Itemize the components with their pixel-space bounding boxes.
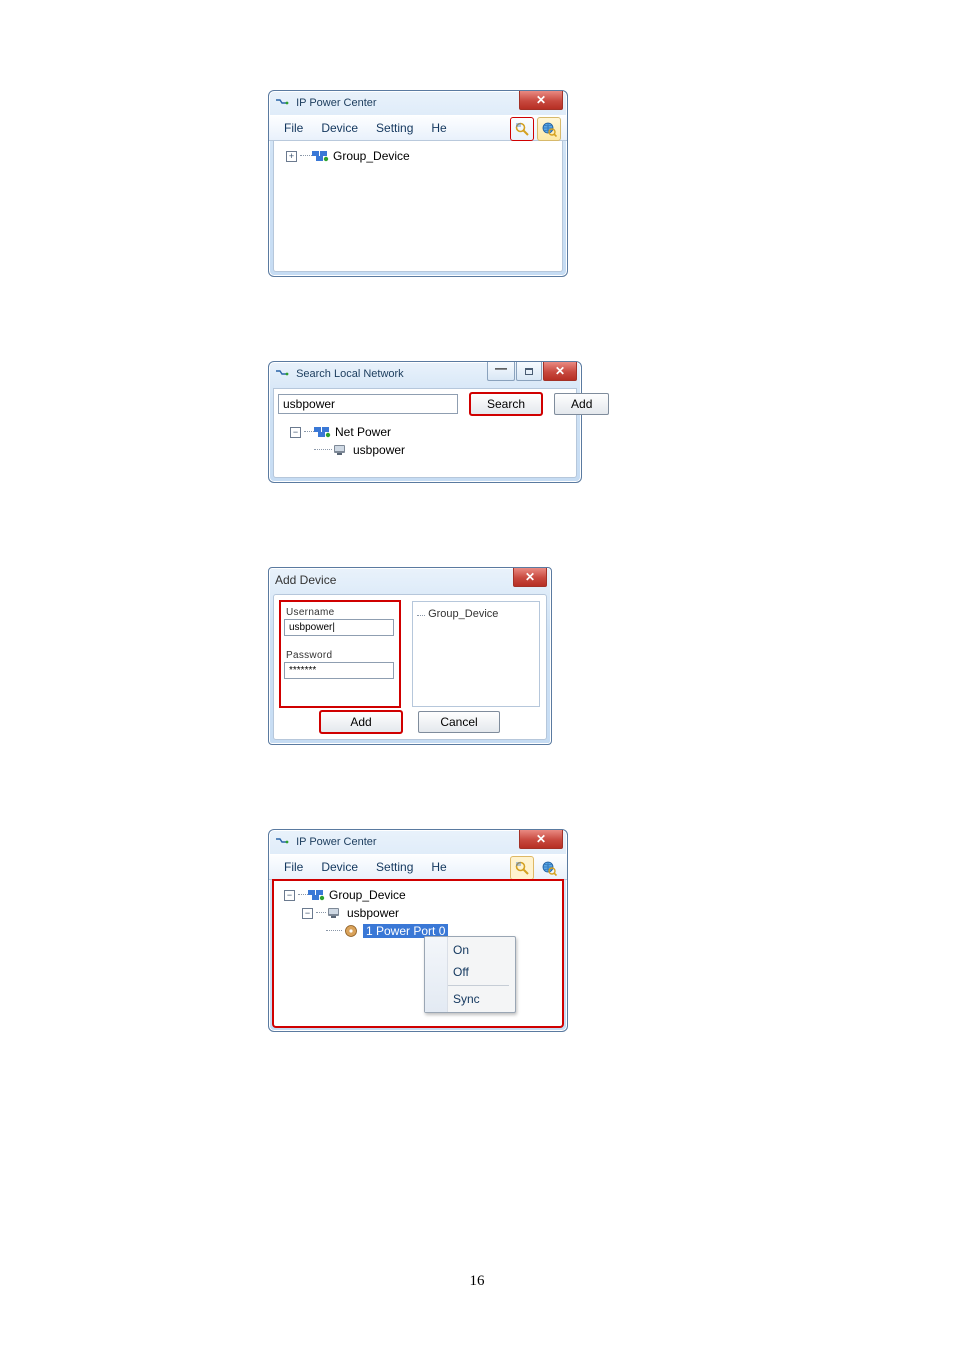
password-input[interactable]: *******: [284, 662, 394, 679]
menu-help-truncated[interactable]: He: [422, 121, 455, 135]
page-number: 16: [0, 1273, 954, 1290]
app-icon: [275, 369, 289, 379]
titlebar[interactable]: IP Power Center ✕: [269, 830, 567, 854]
window-title: IP Power Center: [296, 97, 377, 109]
collapse-icon[interactable]: −: [302, 908, 313, 919]
menu-help-truncated[interactable]: He: [422, 860, 455, 874]
context-menu-off[interactable]: Off: [427, 961, 513, 983]
add-button[interactable]: Add: [554, 393, 609, 415]
titlebar[interactable]: Add Device ✕: [269, 568, 551, 592]
context-menu-sync[interactable]: Sync: [427, 988, 513, 1010]
device-tree[interactable]: + Group_Device: [280, 147, 556, 165]
username-label: Username: [286, 607, 396, 618]
window-title: Add Device: [275, 573, 336, 587]
expand-icon[interactable]: +: [286, 151, 297, 162]
device-tree[interactable]: − Group_Device − usbp: [280, 886, 556, 940]
collapse-icon[interactable]: −: [284, 890, 295, 901]
tree-root-label: Net Power: [335, 425, 391, 439]
toolbar-search-icon[interactable]: [510, 856, 534, 880]
tree-root-label: Group_Device: [329, 888, 406, 902]
tree-child-label: usbpower: [353, 443, 405, 457]
collapse-icon[interactable]: −: [290, 427, 301, 438]
client-area: usbpower Search Add − Net Power: [273, 388, 577, 478]
search-input[interactable]: usbpower: [278, 394, 458, 414]
add-button[interactable]: Add: [320, 711, 402, 733]
menu-device[interactable]: Device: [312, 860, 367, 874]
ip-power-center-window-1: IP Power Center ✕ File Device Setting He: [268, 90, 568, 277]
maximize-button[interactable]: [516, 362, 542, 381]
target-tree-label: Group_Device: [428, 608, 498, 620]
menu-setting[interactable]: Setting: [367, 860, 422, 874]
tree-root-row[interactable]: + Group_Device: [280, 147, 556, 165]
tree-child-label: usbpower: [347, 906, 399, 920]
window-title: Search Local Network: [296, 368, 404, 380]
add-device-window: Add Device ✕ Username usbpower| Password…: [268, 567, 552, 745]
group-icon: [314, 425, 332, 439]
context-menu: On Off Sync: [424, 936, 516, 1013]
tree-root-row[interactable]: − Net Power: [280, 423, 570, 441]
pc-icon: [326, 906, 344, 920]
ip-power-center-window-2: IP Power Center ✕ File Device Setting He: [268, 829, 568, 1032]
menu-file[interactable]: File: [275, 860, 312, 874]
client-area: + Group_Device: [273, 141, 563, 272]
titlebar[interactable]: Search Local Network — ✕: [269, 362, 581, 386]
menubar: File Device Setting He: [269, 115, 567, 141]
client-area: Username usbpower| Password ******* Grou…: [273, 594, 547, 740]
pc-icon: [332, 443, 350, 457]
port-icon: [342, 924, 360, 938]
close-button[interactable]: ✕: [519, 91, 563, 110]
search-button[interactable]: Search: [470, 393, 542, 415]
group-icon: [308, 888, 326, 902]
context-menu-on[interactable]: On: [427, 939, 513, 961]
window-title: IP Power Center: [296, 836, 377, 848]
tree-child-row[interactable]: usbpower: [280, 441, 570, 459]
results-tree[interactable]: − Net Power usbpower: [274, 423, 576, 467]
app-icon: [275, 837, 289, 847]
tree-root-label: Group_Device: [333, 149, 410, 163]
toolbar-globe-search-icon[interactable]: [537, 117, 561, 141]
close-button[interactable]: ✕: [543, 362, 577, 381]
target-tree[interactable]: Group_Device: [412, 601, 540, 707]
search-local-network-window: Search Local Network — ✕ usbpower Search…: [268, 361, 582, 483]
toolbar-search-icon[interactable]: [510, 117, 534, 141]
app-icon: [275, 98, 289, 108]
menu-setting[interactable]: Setting: [367, 121, 422, 135]
close-button[interactable]: ✕: [513, 568, 547, 587]
menu-file[interactable]: File: [275, 121, 312, 135]
group-icon: [312, 149, 330, 163]
cancel-button[interactable]: Cancel: [418, 711, 500, 733]
username-input[interactable]: usbpower|: [284, 619, 394, 636]
menu-device[interactable]: Device: [312, 121, 367, 135]
password-label: Password: [286, 650, 396, 661]
toolbar-globe-search-icon[interactable]: [537, 856, 561, 880]
titlebar[interactable]: IP Power Center ✕: [269, 91, 567, 115]
tree-child-row[interactable]: − usbpower: [280, 904, 556, 922]
menubar: File Device Setting He: [269, 854, 567, 880]
client-area: − Group_Device − usbp: [273, 880, 563, 1027]
minimize-button[interactable]: —: [487, 362, 515, 381]
tree-root-row[interactable]: − Group_Device: [280, 886, 556, 904]
close-button[interactable]: ✕: [519, 830, 563, 849]
